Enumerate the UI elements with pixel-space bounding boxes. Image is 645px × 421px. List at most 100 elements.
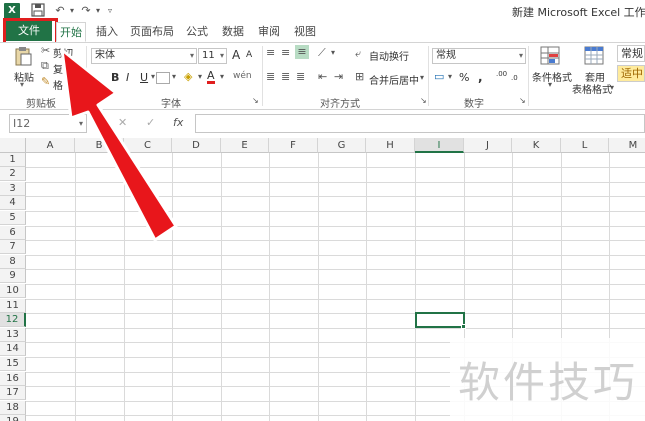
paste-dropdown-icon[interactable]: ▾ xyxy=(20,80,24,89)
row-header-3[interactable]: 3 xyxy=(0,182,26,196)
fill-color-icon[interactable]: ◈ xyxy=(184,70,192,83)
number-format-combo[interactable]: 常规 ▾ xyxy=(432,48,526,64)
formula-bar-splitter-icon[interactable]: ⋮ xyxy=(98,116,107,126)
column-header-d[interactable]: D xyxy=(172,138,221,153)
shrink-font-button[interactable]: A xyxy=(246,50,252,60)
decrease-decimal-button[interactable]: .0 xyxy=(511,74,518,82)
row-header-2[interactable]: 2 xyxy=(0,167,26,181)
merge-dropdown-icon[interactable]: ▾ xyxy=(420,73,424,82)
column-header-b[interactable]: B xyxy=(75,138,124,153)
active-cell-i12[interactable] xyxy=(415,312,465,328)
font-name-combo[interactable]: 宋体 ▾ xyxy=(91,48,197,64)
accounting-format-icon[interactable]: ▭ xyxy=(434,70,444,83)
decrease-indent-icon[interactable]: ⇤ xyxy=(318,70,327,83)
orientation-dropdown-icon[interactable]: ▾ xyxy=(331,48,335,57)
column-header-c[interactable]: C xyxy=(124,138,172,153)
cut-button[interactable]: 剪切 xyxy=(53,45,73,60)
align-right-icon[interactable]: ≣ xyxy=(296,70,305,83)
tab-home[interactable]: 开始 xyxy=(56,22,86,42)
tab-insert[interactable]: 插入 xyxy=(92,22,122,42)
column-header-j[interactable]: J xyxy=(464,138,512,153)
name-box[interactable]: I12 ▾ xyxy=(9,114,87,133)
phonetic-guide-button[interactable]: wén xyxy=(233,71,252,81)
font-dialog-launcher-icon[interactable]: ↘ xyxy=(252,96,259,105)
tab-formulas[interactable]: 公式 xyxy=(182,22,212,42)
font-color-dropdown-icon[interactable]: ▾ xyxy=(220,72,224,81)
paste-icon[interactable] xyxy=(14,46,32,71)
row-header-4[interactable]: 4 xyxy=(0,196,26,210)
merge-center-icon[interactable]: ⊞ xyxy=(355,70,364,83)
alignment-dialog-launcher-icon[interactable]: ↘ xyxy=(420,96,427,105)
grow-font-button[interactable]: A xyxy=(232,48,240,62)
accounting-dropdown-icon[interactable]: ▾ xyxy=(448,72,452,81)
format-painter-button[interactable]: 格 xyxy=(53,77,63,92)
format-painter-icon[interactable]: ✎ xyxy=(41,75,50,88)
borders-dropdown-icon[interactable]: ▾ xyxy=(172,72,176,81)
wrap-text-button[interactable]: 自动换行 xyxy=(369,48,409,63)
bold-button[interactable]: B xyxy=(111,71,119,84)
customize-toolbar-icon[interactable]: ▿ xyxy=(102,3,118,19)
fill-handle[interactable] xyxy=(461,324,466,329)
copy-icon[interactable]: ⧉ xyxy=(41,59,49,73)
select-all-corner[interactable] xyxy=(0,138,26,153)
italic-button[interactable]: I xyxy=(126,71,129,84)
row-header-7[interactable]: 7 xyxy=(0,240,26,254)
underline-dropdown-icon[interactable]: ▾ xyxy=(151,72,155,81)
align-left-icon[interactable]: ≣ xyxy=(266,70,275,83)
row-header-16[interactable]: 16 xyxy=(0,372,26,386)
row-header-18[interactable]: 18 xyxy=(0,401,26,415)
row-header-13[interactable]: 13 xyxy=(0,328,26,342)
conditional-formatting-dropdown-icon[interactable]: ▾ xyxy=(548,80,552,89)
row-header-5[interactable]: 5 xyxy=(0,211,26,225)
row-header-9[interactable]: 9 xyxy=(0,269,26,283)
normal-style-cell[interactable]: 常规 xyxy=(617,45,645,62)
tab-data[interactable]: 数据 xyxy=(218,22,248,42)
row-header-15[interactable]: 15 xyxy=(0,357,26,371)
percent-style-button[interactable]: % xyxy=(459,71,469,84)
column-header-h[interactable]: H xyxy=(366,138,415,153)
number-dialog-launcher-icon[interactable]: ↘ xyxy=(519,96,526,105)
column-header-l[interactable]: L xyxy=(561,138,609,153)
format-as-table-icon[interactable] xyxy=(584,46,606,69)
align-center-icon[interactable]: ≣ xyxy=(281,70,290,83)
save-icon[interactable] xyxy=(30,3,46,19)
row-header-17[interactable]: 17 xyxy=(0,386,26,400)
format-as-table-dropdown-icon[interactable]: ▾ xyxy=(610,83,614,92)
column-header-g[interactable]: G xyxy=(318,138,366,153)
row-header-1[interactable]: 1 xyxy=(0,153,26,167)
row-header-11[interactable]: 11 xyxy=(0,299,26,313)
borders-icon[interactable] xyxy=(156,72,170,84)
font-color-icon[interactable]: A xyxy=(207,70,215,84)
column-header-k[interactable]: K xyxy=(512,138,561,153)
insert-function-icon[interactable]: fx xyxy=(173,116,183,129)
comma-style-button[interactable]: , xyxy=(478,70,483,84)
tab-page-layout[interactable]: 页面布局 xyxy=(130,22,174,42)
formula-input[interactable] xyxy=(195,114,645,133)
column-header-e[interactable]: E xyxy=(221,138,269,153)
enter-icon[interactable]: ✓ xyxy=(146,116,155,129)
row-header-19[interactable]: 19 xyxy=(0,415,26,421)
tab-view[interactable]: 视图 xyxy=(290,22,320,42)
conditional-formatting-icon[interactable] xyxy=(540,46,562,69)
column-header-m[interactable]: M xyxy=(609,138,645,153)
wrap-text-icon[interactable]: ⤶ xyxy=(355,47,361,61)
underline-button[interactable]: U xyxy=(140,71,148,84)
fill-color-dropdown-icon[interactable]: ▾ xyxy=(198,72,202,81)
row-header-14[interactable]: 14 xyxy=(0,342,26,356)
row-header-8[interactable]: 8 xyxy=(0,255,26,269)
increase-indent-icon[interactable]: ⇥ xyxy=(334,70,343,83)
copy-button[interactable]: 复 xyxy=(53,61,63,76)
row-header-10[interactable]: 10 xyxy=(0,284,26,298)
format-as-table-label[interactable]: 表格格式 xyxy=(572,81,612,96)
align-top-icon[interactable]: ≡ xyxy=(266,46,275,59)
neutral-style-cell[interactable]: 适中 xyxy=(617,65,645,82)
cut-icon[interactable]: ✂ xyxy=(41,44,50,57)
font-size-combo[interactable]: 11 ▾ xyxy=(198,48,227,64)
align-middle-icon[interactable]: ≡ xyxy=(281,46,290,59)
increase-decimal-button[interactable]: .00 xyxy=(496,70,507,78)
column-header-f[interactable]: F xyxy=(269,138,318,153)
tab-review[interactable]: 审阅 xyxy=(254,22,284,42)
row-header-6[interactable]: 6 xyxy=(0,226,26,240)
orientation-icon[interactable]: ⟋ xyxy=(318,46,326,60)
row-header-12[interactable]: 12 xyxy=(0,313,26,327)
